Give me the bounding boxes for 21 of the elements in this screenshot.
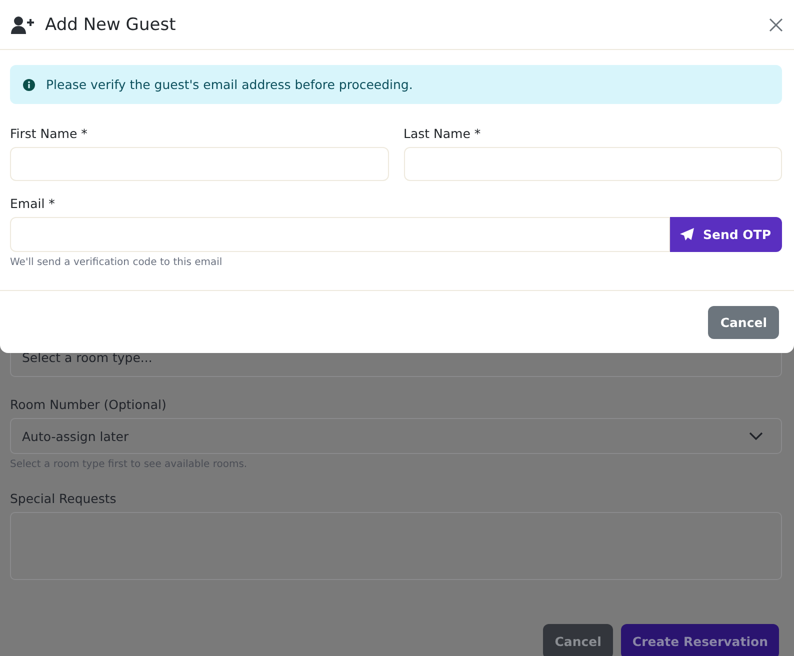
cancel-button[interactable]: Cancel: [708, 306, 779, 338]
paper-plane-icon: [680, 228, 694, 241]
chevron-down-icon: [749, 432, 763, 440]
input-field[interactable]: [10, 147, 388, 181]
add-user-icon: [11, 16, 35, 34]
cancel-button[interactable]: Cancel: [542, 624, 614, 656]
modal-title: Add New Guest: [45, 14, 177, 34]
input-field[interactable]: [404, 147, 782, 181]
send-otp-button[interactable]: Send OTP: [670, 217, 782, 252]
field-label: Last Name *: [404, 126, 482, 141]
email-field[interactable]: [10, 217, 670, 252]
close-icon[interactable]: [769, 18, 783, 32]
room-number-select[interactable]: Auto-assign later: [10, 418, 782, 454]
field-label: Room Number (Optional): [10, 397, 168, 412]
field-label: Email *: [10, 196, 56, 211]
field-label: Special Requests: [10, 491, 118, 506]
create-reservation-button[interactable]: Create Reservation: [621, 624, 779, 656]
field-label: First Name *: [10, 126, 88, 141]
info-icon: [23, 78, 35, 90]
alert-text: Please verify the guest's email address before proceeding.: [46, 77, 413, 92]
help-text: We'll send a verification code to this email: [10, 257, 224, 268]
